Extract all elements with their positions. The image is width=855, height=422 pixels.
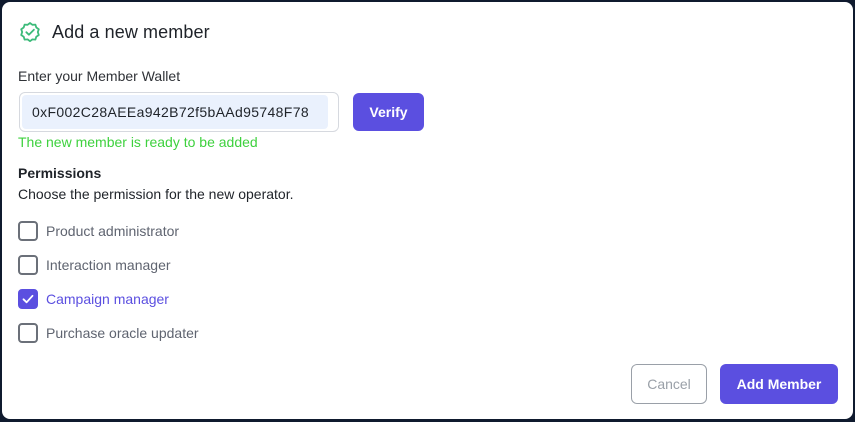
permissions-list: Product administrator Interaction manage… bbox=[18, 214, 199, 350]
wallet-input-wrapper bbox=[19, 92, 339, 132]
wallet-status-message: The new member is ready to be added bbox=[18, 134, 258, 150]
permission-label: Purchase oracle updater bbox=[46, 325, 199, 341]
dialog-header: Add a new member bbox=[18, 20, 210, 44]
checkbox-campaign-manager[interactable] bbox=[18, 289, 38, 309]
verify-button[interactable]: Verify bbox=[353, 93, 424, 131]
permissions-heading: Permissions bbox=[18, 165, 102, 181]
permissions-description: Choose the permission for the new operat… bbox=[18, 186, 294, 202]
permission-product-administrator[interactable]: Product administrator bbox=[18, 214, 199, 248]
permission-label: Campaign manager bbox=[46, 291, 169, 307]
verified-badge-icon bbox=[20, 22, 40, 43]
checkbox-interaction-manager[interactable] bbox=[18, 255, 38, 275]
dialog-title: Add a new member bbox=[52, 21, 210, 42]
wallet-address-input[interactable] bbox=[22, 95, 328, 129]
checkbox-product-administrator[interactable] bbox=[18, 221, 38, 241]
checkbox-purchase-oracle-updater[interactable] bbox=[18, 323, 38, 343]
permission-campaign-manager[interactable]: Campaign manager bbox=[18, 282, 199, 316]
add-member-button[interactable]: Add Member bbox=[720, 364, 838, 404]
checkmark-icon bbox=[22, 294, 34, 304]
wallet-field-label: Enter your Member Wallet bbox=[18, 68, 181, 84]
permission-purchase-oracle-updater[interactable]: Purchase oracle updater bbox=[18, 316, 199, 350]
permission-label: Interaction manager bbox=[46, 257, 171, 273]
add-member-dialog: Add a new member Enter your Member Walle… bbox=[2, 2, 853, 419]
permission-label: Product administrator bbox=[46, 223, 180, 239]
cancel-button[interactable]: Cancel bbox=[631, 364, 707, 404]
permission-interaction-manager[interactable]: Interaction manager bbox=[18, 248, 199, 282]
